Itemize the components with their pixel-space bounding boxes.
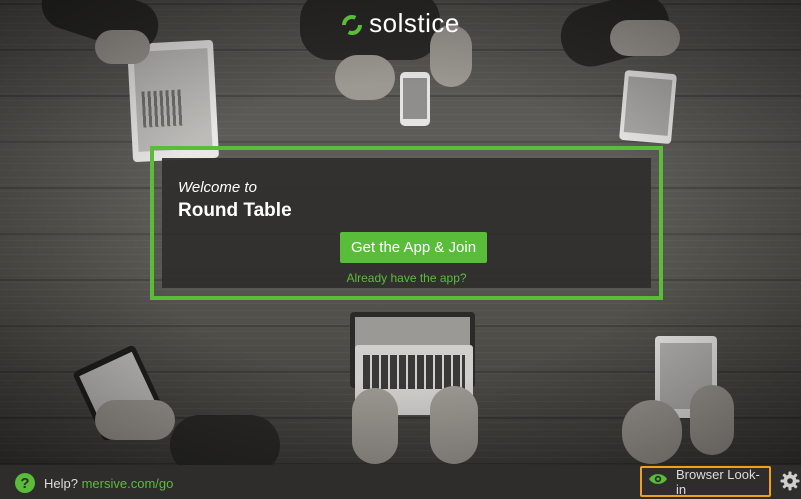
welcome-subtitle: Welcome to bbox=[178, 179, 257, 196]
solstice-swirl-icon bbox=[341, 12, 363, 43]
eye-icon bbox=[648, 472, 668, 491]
help-prefix: Help? bbox=[44, 476, 78, 491]
help-link[interactable]: mersive.com/go bbox=[82, 476, 174, 491]
welcome-panel-body: Welcome to Round Table Get the App & Joi… bbox=[162, 158, 651, 288]
help-icon[interactable]: ? bbox=[15, 473, 35, 493]
welcome-panel: Welcome to Round Table Get the App & Joi… bbox=[150, 146, 663, 300]
get-app-join-button[interactable]: Get the App & Join bbox=[340, 232, 487, 263]
brand-name: solstice bbox=[369, 8, 460, 38]
bottom-bar: ? Help? mersive.com/go Browser Look-in bbox=[0, 465, 801, 499]
gear-icon[interactable] bbox=[780, 471, 800, 496]
browser-look-in-label: Browser Look-in bbox=[676, 466, 760, 497]
solstice-logo: solstice bbox=[0, 8, 801, 43]
room-name: Round Table bbox=[178, 200, 292, 221]
help-text: Help? mersive.com/go bbox=[44, 476, 173, 491]
already-have-app-link[interactable]: Already have the app? bbox=[162, 271, 651, 285]
browser-look-in-button[interactable]: Browser Look-in bbox=[640, 466, 771, 497]
